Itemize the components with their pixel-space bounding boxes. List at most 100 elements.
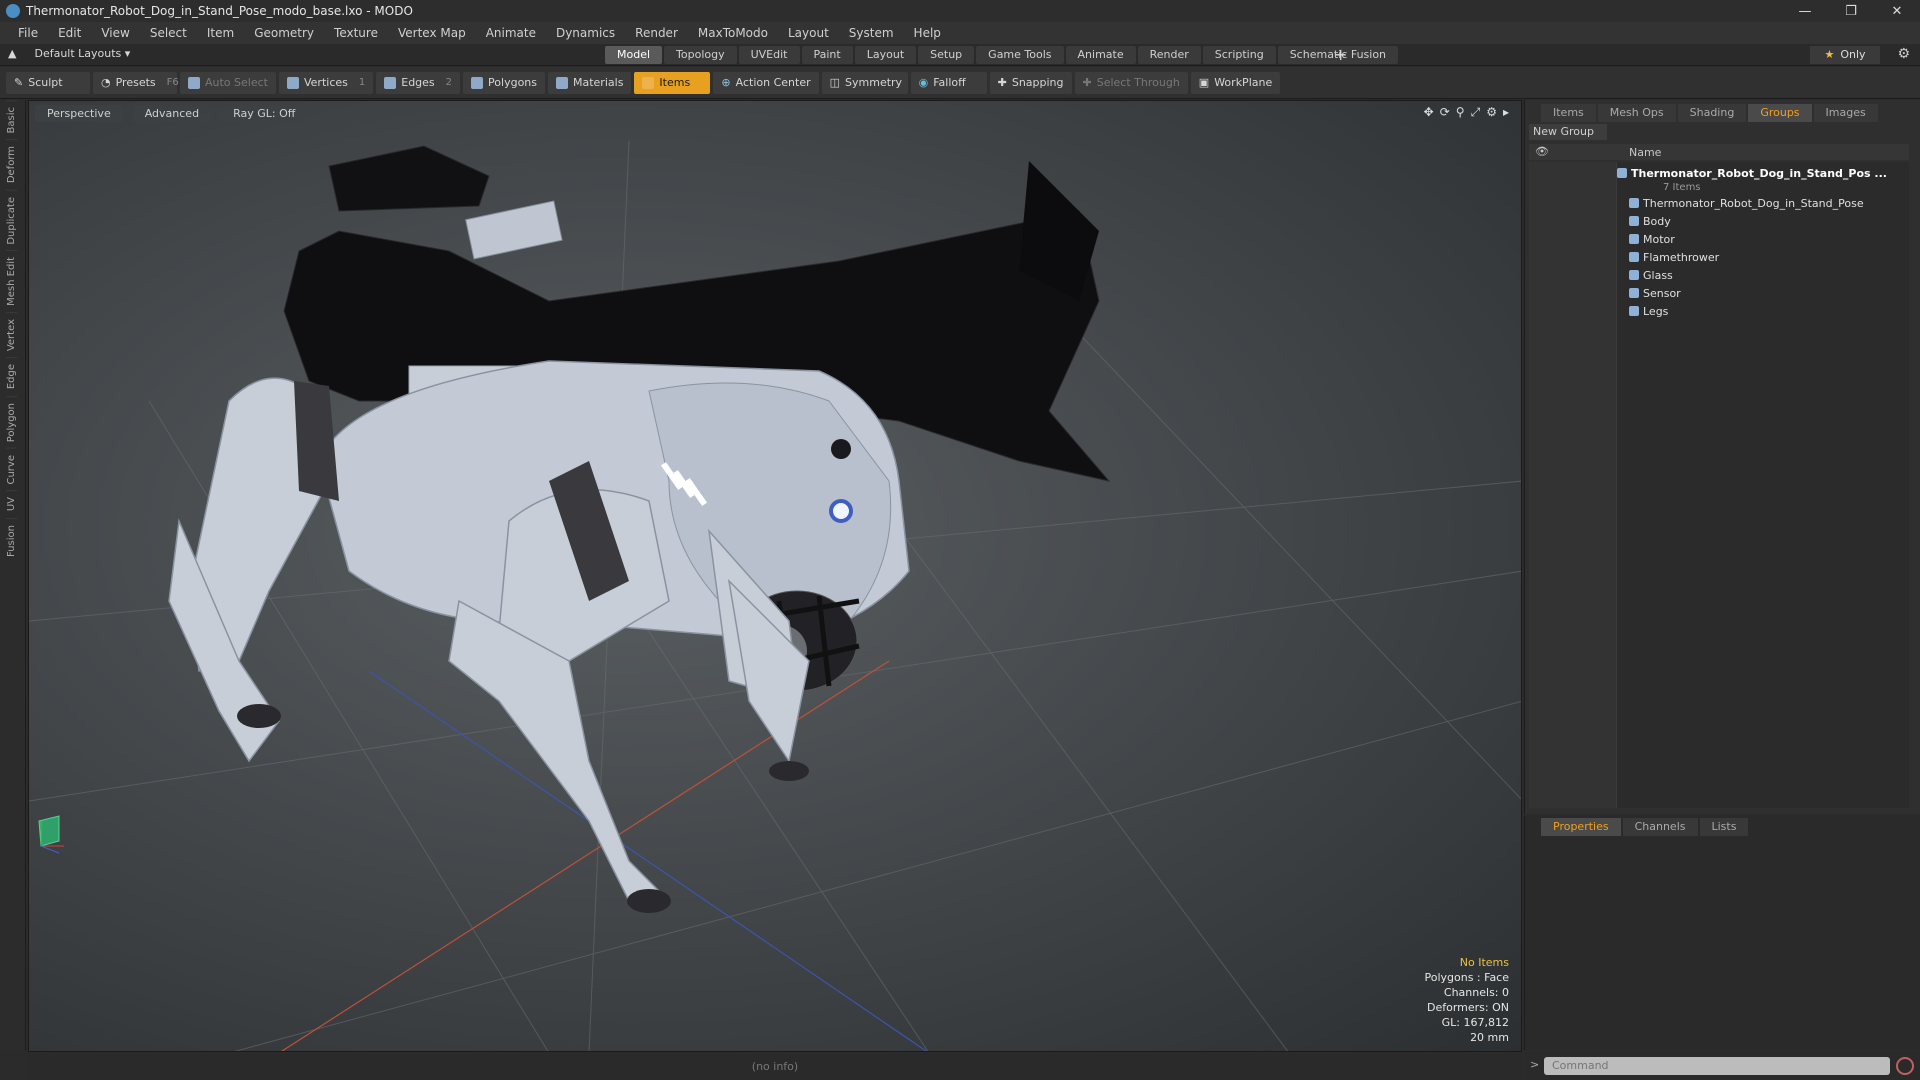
menu-file[interactable]: File (8, 26, 48, 40)
list-item[interactable]: Glass (1629, 266, 1673, 284)
menu-geometry[interactable]: Geometry (244, 26, 324, 40)
shading-advanced-button[interactable]: Advanced (132, 105, 212, 122)
list-item[interactable]: Thermonator_Robot_Dog_in_Stand_Pose (1629, 194, 1864, 212)
list-item[interactable]: Body (1629, 212, 1671, 230)
tab-mesh-ops[interactable]: Mesh Ops (1597, 104, 1676, 122)
menu-render[interactable]: Render (625, 26, 688, 40)
items-button[interactable]: Items (634, 71, 711, 94)
left-tab-fusion[interactable]: Fusion (6, 517, 17, 563)
tab-paint[interactable]: Paint (801, 46, 853, 64)
menu-item[interactable]: Item (197, 26, 244, 40)
tab-images[interactable]: Images (1813, 104, 1878, 122)
menu-maxtomodo[interactable]: MaxToModo (688, 26, 778, 40)
menu-help[interactable]: Help (904, 26, 951, 40)
raygl-toggle[interactable]: Ray GL: Off (221, 105, 308, 122)
play-arrow-icon[interactable]: ▸ (1503, 105, 1509, 120)
menu-select[interactable]: Select (140, 26, 197, 40)
tab-properties[interactable]: Properties (1541, 818, 1621, 836)
materials-icon (556, 76, 568, 89)
group-root-item[interactable]: Thermonator_Robot_Dog_in_Stand_Pos ... (1617, 164, 1887, 182)
workplane-icon: ▣ (1198, 76, 1210, 89)
left-tab-deform[interactable]: Deform (6, 139, 17, 190)
sculpt-button[interactable]: ✎ Sculpt (6, 71, 90, 94)
mesh-icon (1629, 288, 1639, 298)
tab-render[interactable]: Render (1137, 46, 1201, 64)
tab-layout[interactable]: Layout (854, 46, 917, 64)
tab-channels[interactable]: Channels (1622, 818, 1698, 836)
tab-scripting[interactable]: Scripting (1202, 46, 1276, 64)
polygons-icon (471, 76, 484, 89)
zoom-icon[interactable]: ⚲ (1456, 105, 1465, 120)
properties-panel-tabs: Properties Channels Lists (1525, 818, 1749, 836)
tab-items[interactable]: Items (1541, 104, 1596, 122)
presets-button[interactable]: ◔ Presets F6 (93, 71, 179, 94)
view-perspective-button[interactable]: Perspective (35, 105, 123, 122)
tab-shading[interactable]: Shading (1677, 104, 1747, 122)
command-input[interactable] (1544, 1057, 1890, 1075)
name-column-header[interactable]: Name (1629, 146, 1661, 159)
restore-icon[interactable]: ❐ (1828, 0, 1874, 22)
tab-lists[interactable]: Lists (1699, 818, 1749, 836)
items-icon (642, 76, 655, 89)
edges-button[interactable]: Edges 2 (376, 71, 461, 94)
left-tab-curve[interactable]: Curve (6, 447, 17, 491)
pan-icon[interactable]: ✥ (1424, 105, 1434, 120)
add-tab-icon[interactable]: + (1334, 45, 1347, 64)
tab-uvedit[interactable]: UVEdit (738, 46, 800, 64)
materials-button[interactable]: Materials (548, 71, 632, 94)
select-through-button[interactable]: ✚ Select Through (1074, 71, 1188, 94)
polygons-button[interactable]: Polygons (463, 71, 545, 94)
menu-bar: File Edit View Select Item Geometry Text… (0, 22, 1920, 44)
tab-animate[interactable]: Animate (1065, 46, 1136, 64)
list-item-label: Motor (1643, 232, 1675, 246)
mesh-icon (1629, 234, 1639, 244)
window-controls: — ❐ ✕ (1782, 0, 1920, 22)
left-tab-mesh-edit[interactable]: Mesh Edit (6, 250, 17, 313)
only-button[interactable]: ★ Only (1810, 46, 1880, 64)
left-tab-uv[interactable]: UV (6, 490, 17, 518)
info-polygons: Polygons : Face (1424, 971, 1509, 984)
tab-model[interactable]: Model (605, 46, 663, 64)
close-icon[interactable]: ✕ (1874, 0, 1920, 22)
menu-vertex-map[interactable]: Vertex Map (388, 26, 476, 40)
3d-viewport[interactable]: Perspective Advanced Ray GL: Off ✥ ⟳ ⚲ ⤢… (28, 100, 1522, 1052)
list-item[interactable]: Legs (1629, 302, 1668, 320)
command-arrow-icon: > (1530, 1058, 1540, 1071)
left-tab-edge[interactable]: Edge (6, 357, 17, 396)
vertices-button[interactable]: Vertices 1 (278, 71, 374, 94)
list-item[interactable]: Motor (1629, 230, 1675, 248)
layout-dropdown[interactable]: ▲ Default Layouts ▾ (8, 47, 130, 60)
rotate-icon[interactable]: ⟳ (1440, 105, 1450, 120)
list-item[interactable]: Flamethrower (1629, 248, 1719, 266)
viewport-gear-icon[interactable]: ⚙ (1486, 105, 1497, 120)
layout-bar: ▲ Default Layouts ▾ Model Topology UVEdi… (0, 44, 1920, 66)
auto-select-button[interactable]: Auto Select (180, 71, 276, 94)
menu-layout[interactable]: Layout (778, 26, 839, 40)
gear-icon[interactable]: ⚙ (1897, 46, 1910, 62)
fit-icon[interactable]: ⤢ (1471, 105, 1481, 120)
left-tab-duplicate[interactable]: Duplicate (6, 189, 17, 251)
menu-edit[interactable]: Edit (48, 26, 91, 40)
menu-system[interactable]: System (839, 26, 904, 40)
menu-animate[interactable]: Animate (476, 26, 546, 40)
workplane-button[interactable]: ▣ WorkPlane (1190, 71, 1281, 94)
minimize-icon[interactable]: — (1782, 0, 1828, 22)
left-tab-polygon[interactable]: Polygon (6, 395, 17, 448)
action-center-button[interactable]: ⊕ Action Center (713, 71, 819, 94)
tab-game-tools[interactable]: Game Tools (976, 46, 1064, 64)
snapping-button[interactable]: ✚ Snapping (989, 71, 1072, 94)
command-run-icon[interactable] (1896, 1057, 1914, 1075)
left-tab-vertex[interactable]: Vertex (6, 312, 17, 358)
menu-texture[interactable]: Texture (324, 26, 388, 40)
new-group-button[interactable]: New Group (1529, 124, 1607, 140)
menu-dynamics[interactable]: Dynamics (546, 26, 625, 40)
tab-groups[interactable]: Groups (1748, 104, 1812, 122)
list-item[interactable]: Sensor (1629, 284, 1681, 302)
symmetry-button[interactable]: ◫ Symmetry (821, 71, 908, 94)
tab-setup[interactable]: Setup (918, 46, 975, 64)
falloff-button[interactable]: ◉ Falloff (910, 71, 987, 94)
select-through-label: Select Through (1096, 76, 1180, 89)
menu-view[interactable]: View (91, 26, 139, 40)
tab-topology[interactable]: Topology (664, 46, 737, 64)
left-tab-basic[interactable]: Basic (6, 100, 17, 140)
